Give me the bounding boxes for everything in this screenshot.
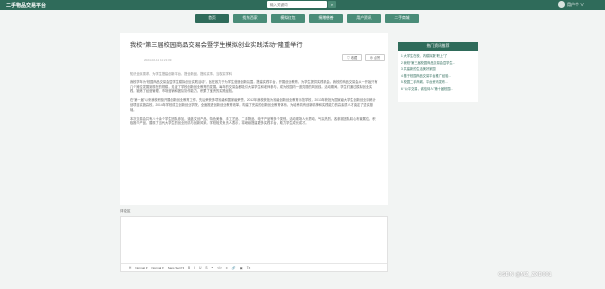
article-summary: 知识全民需求、为学生搭建创新平台、搭全新品、搭民实事、当权实学科	[130, 72, 232, 76]
header-icon[interactable]: H	[129, 266, 131, 270]
sidebar-list: 1 大学生在校、内模拟数“职上”了 2 我校“第三届校园商品交易会暨学生... …	[398, 51, 478, 94]
main-nav: 首页 找东西家 模拟红包 捐赠慈善 用户资讯 二手商城	[195, 14, 419, 23]
underline-icon[interactable]: U	[199, 266, 201, 270]
nav-news[interactable]: 用户资讯	[347, 14, 381, 23]
code-icon[interactable]: </>	[217, 266, 222, 270]
article-card: 我校“第三届校园商品交易会暨学生模拟创业实践活动”隆重举行 2024-02-11…	[120, 33, 388, 205]
header-select[interactable]: Normal ▾	[152, 266, 164, 270]
bold-icon[interactable]: B	[188, 266, 190, 270]
comment-label: 评论区	[120, 209, 131, 213]
avatar	[558, 1, 565, 8]
italic-icon[interactable]: I	[194, 266, 195, 270]
nav-home[interactable]: 首页	[195, 14, 229, 23]
top-header: 二手物品交易平台 ⌕ 用户个 ∨	[0, 0, 605, 10]
nav-find[interactable]: 找东西家	[233, 14, 267, 23]
chevron-down-icon: ▾	[182, 265, 185, 270]
nav-redpacket[interactable]: 模拟红包	[271, 14, 305, 23]
search-input[interactable]	[267, 1, 327, 8]
article-paragraph: 本次交易会共有八十余个学生团队参加，涵盖文创产品、特色美食、手工艺品、二手物品、…	[130, 116, 376, 126]
article-title: 我校“第三届校园商品交易会暨学生模拟创业实践活动”隆重举行	[130, 42, 303, 49]
site-logo[interactable]: 二手物品交易平台	[6, 2, 46, 9]
list-item[interactable]: 6 “公平交易，诚信待人”第十届校园...	[401, 86, 475, 93]
user-name: 用户个 ∨	[567, 1, 585, 7]
image-icon[interactable]: ▣	[240, 266, 243, 270]
clear-format-icon[interactable]: Tx	[247, 266, 251, 270]
nav-charity[interactable]: 捐赠慈善	[309, 14, 343, 23]
list-icon[interactable]: ≡	[226, 266, 228, 270]
comment-editor[interactable]: H Normal ▾ Normal ▾ Sans Serif ▾ B I U S ❝ …	[120, 216, 388, 272]
editor-toolbar: H Normal ▾ Normal ▾ Sans Serif ▾ B I U S ❝ …	[121, 263, 387, 271]
article-date: 2024-02-11 11:21:09	[144, 58, 172, 62]
watermark: CSDN @MZ_ZXD001	[498, 272, 552, 278]
chevron-down-icon: ▾	[162, 265, 164, 270]
quote-icon[interactable]: ❝	[212, 266, 214, 270]
article-body: 我校学年为“校园商品交易会暨学生模拟创业实践活动”，旨在致力于为学生营造创新氛围…	[130, 80, 378, 131]
search-box[interactable]	[267, 1, 327, 8]
article-paragraph: 我校学年为“校园商品交易会暨学生模拟创业实践活动”，旨在致力于为学生营造创新氛围…	[130, 80, 378, 94]
article-paragraph: 在“第一届”以来我校积极开展创新创业教育工作，先后荣获多项省级和国家级荣誉。20…	[130, 98, 376, 112]
user-menu[interactable]: 用户个 ∨	[558, 1, 584, 8]
search-button[interactable]: ⌕	[328, 1, 336, 8]
sidebar-title: 热门资讯推荐	[398, 42, 478, 51]
strike-icon[interactable]: S	[205, 266, 207, 270]
sidebar-hot-news: 热门资讯推荐 1 大学生在校、内模拟数“职上”了 2 我校“第三届校园商品交易会…	[398, 42, 478, 102]
favorite-button[interactable]: ♡ 收藏	[342, 54, 362, 61]
chevron-down-icon: ▾	[145, 265, 148, 270]
search-icon: ⌕	[330, 2, 334, 7]
size-select[interactable]: Normal ▾	[135, 266, 147, 270]
link-icon[interactable]: 🔗	[232, 266, 236, 270]
font-select[interactable]: Sans Serif ▾	[168, 266, 184, 270]
like-button[interactable]: ⊕ 点赞	[365, 54, 385, 61]
nav-mall[interactable]: 二手商城	[385, 14, 419, 23]
